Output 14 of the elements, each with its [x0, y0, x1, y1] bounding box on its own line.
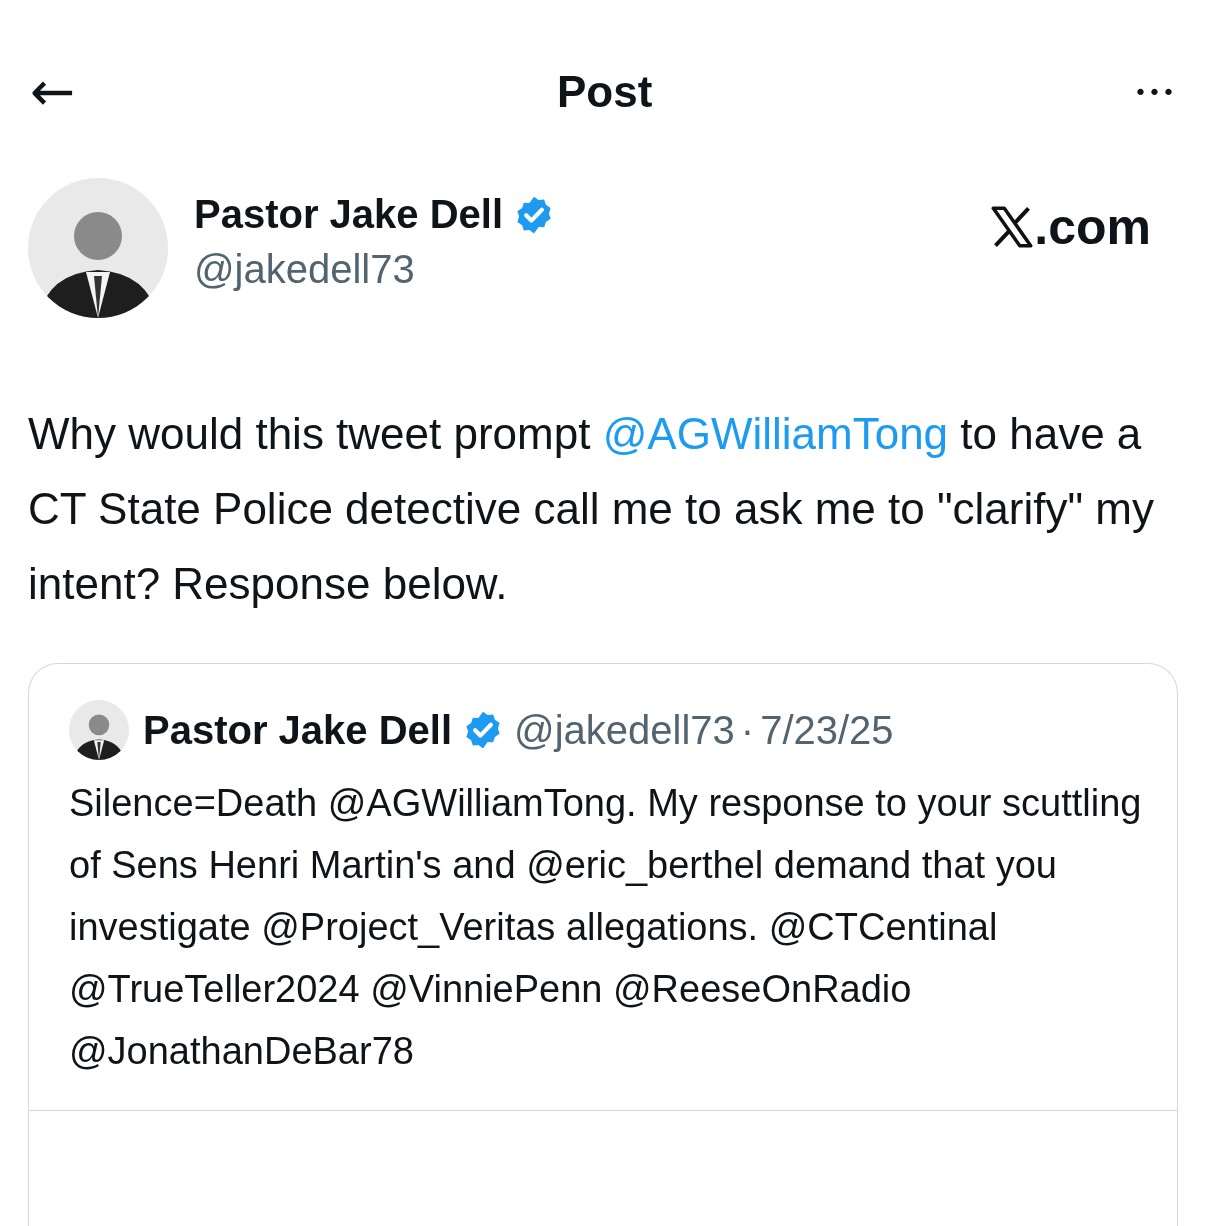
author-handle[interactable]: @jakedell73 [194, 247, 991, 292]
quoted-post-text: Silence=Death @AGWilliamTong. My response to your scuttling of Sens Henri Martin's and @eric_berthel demand that you investigate @Project_Veritas allegations. @CTCentinal @TrueTeller2024 @VinniePenn @ReeseOnRadio @JonathanDeBar78 [69, 781, 1143, 1074]
page-title: Post [556, 67, 653, 117]
author-name[interactable]: Pastor Jake Dell [194, 192, 504, 237]
site-label: .com [1034, 198, 1151, 256]
quoted-post-card[interactable] [28, 663, 1178, 1226]
quoted-author-name: Pastor Jake Dell [143, 707, 453, 753]
back-button[interactable]: ← [30, 65, 76, 119]
more-options-button[interactable]: ••• [1134, 79, 1176, 105]
quoted-date: 7/23/25 [760, 707, 894, 753]
quoted-handle: @jakedell73 [514, 707, 735, 753]
separator-dot: · [740, 707, 755, 753]
post-text: Why would this tweet prompt @AGWilliamTong to have a CT State Police detective call me to ask me to "clarify" my intent? Response below. [28, 408, 1155, 610]
x-logo-icon [990, 205, 1035, 249]
